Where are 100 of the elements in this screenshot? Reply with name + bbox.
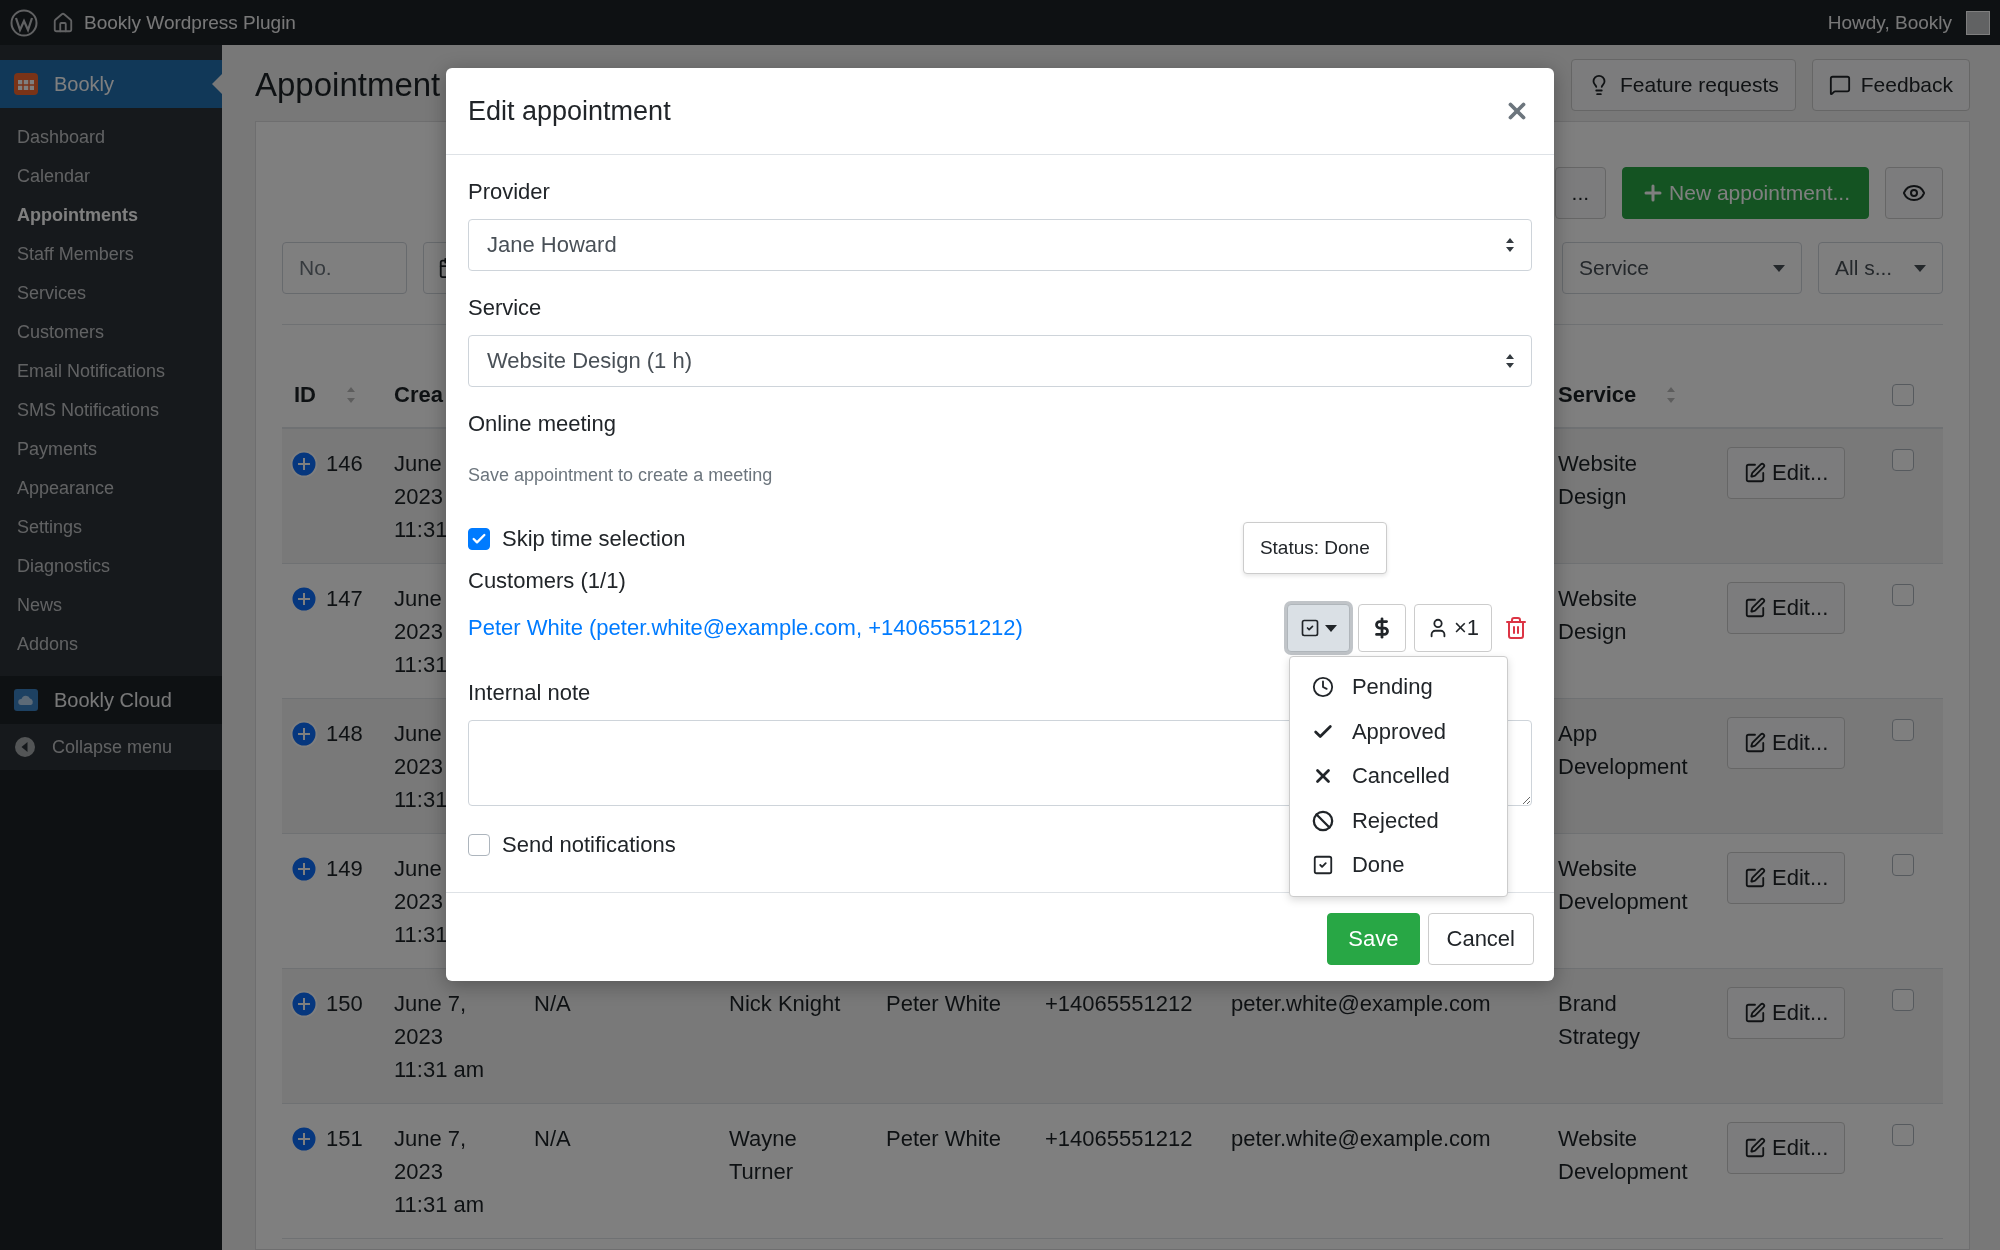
expand-icon[interactable] <box>290 855 318 883</box>
status-filter-select[interactable]: All s... <box>1818 242 1943 294</box>
expand-icon[interactable] <box>290 1125 318 1153</box>
status-menu-item[interactable]: Rejected <box>1289 798 1507 843</box>
expand-icon[interactable] <box>290 585 318 613</box>
sidebar-menu-item[interactable]: Bookly <box>0 60 222 108</box>
sidebar-item[interactable]: Services <box>0 274 222 313</box>
table-cell-text: Website Development <box>1558 855 1689 916</box>
caret-icon <box>1324 624 1337 632</box>
edit-button[interactable]: Edit... <box>1727 447 1846 499</box>
select-all-checkbox[interactable] <box>1892 384 1914 406</box>
table-cell-text: N/A <box>534 990 571 1018</box>
send-notifications-checkbox[interactable] <box>468 834 490 856</box>
site-title[interactable]: Bookly Wordpress Plugin <box>84 11 296 34</box>
column-visibility-button[interactable] <box>1885 167 1943 219</box>
status-menu-item[interactable]: Approved <box>1289 709 1507 754</box>
expand-icon[interactable] <box>290 990 318 1018</box>
more-button[interactable]: ... <box>1554 167 1607 219</box>
id-filter-field[interactable]: No. <box>282 242 407 294</box>
sidebar-item[interactable]: Settings <box>0 508 222 547</box>
row-checkbox[interactable] <box>1892 719 1914 741</box>
skip-time-checkbox[interactable] <box>468 528 490 550</box>
sidebar-item-label: Bookly Cloud <box>54 688 172 712</box>
sidebar-item[interactable]: Diagnostics <box>0 547 222 586</box>
table-cell-text: 148 <box>326 720 363 748</box>
home-icon[interactable] <box>52 11 74 34</box>
sort-icon[interactable] <box>346 386 356 404</box>
customer-link[interactable]: Peter White (peter.white@example.com, +14065551212) <box>468 615 1287 641</box>
sidebar-item[interactable]: Addons <box>0 625 222 664</box>
edit-button[interactable]: Edit... <box>1727 987 1846 1039</box>
edit-button[interactable]: Edit... <box>1727 852 1846 904</box>
sidebar-item[interactable]: Appearance <box>0 469 222 508</box>
column-header[interactable]: ID <box>294 382 316 408</box>
edit-button[interactable]: Edit... <box>1727 582 1846 634</box>
calendar-logo-icon <box>14 73 38 95</box>
help-text: Save appointment to create a meeting <box>468 465 773 486</box>
table-cell-text: June 2023 11:31 <box>394 855 448 949</box>
edit-icon <box>1744 1002 1766 1024</box>
table-cell-text: peter.white@example.com <box>1231 1125 1491 1153</box>
row-checkbox[interactable] <box>1892 989 1914 1011</box>
table-cell-text: June 2023 11:31 <box>394 585 448 679</box>
row-checkbox[interactable] <box>1892 584 1914 606</box>
table-cell-text: peter.white@example.com <box>1231 990 1491 1018</box>
field-label: Provider <box>468 178 550 206</box>
table-cell-text: Peter White <box>886 1125 1001 1153</box>
sidebar-item[interactable]: Payments <box>0 430 222 469</box>
trash-icon <box>1504 616 1528 640</box>
table-cell-text: 149 <box>326 855 363 883</box>
sidebar-item[interactable]: SMS Notifications <box>0 391 222 430</box>
edit-icon <box>1744 597 1766 619</box>
header-button[interactable]: Feature requests <box>1571 59 1796 111</box>
status-button[interactable] <box>1286 604 1350 652</box>
sidebar-item[interactable]: Email Notifications <box>0 352 222 391</box>
row-checkbox[interactable] <box>1892 1124 1914 1146</box>
column-header[interactable]: Crea <box>394 382 443 408</box>
sidebar-item[interactable]: News <box>0 586 222 625</box>
table-cell-text: June 2023 11:31 <box>394 720 448 814</box>
sidebar-item[interactable]: Staff Members <box>0 235 222 274</box>
table-cell-text: +14065551212 <box>1045 990 1193 1018</box>
field-label: Online meeting <box>468 410 616 438</box>
edit-button[interactable]: Edit... <box>1727 1122 1846 1174</box>
new-appointment-button[interactable]: New appointment... <box>1622 167 1869 219</box>
edit-button[interactable]: Edit... <box>1727 717 1846 769</box>
table-cell-text: 147 <box>326 585 363 613</box>
field-label: Service <box>468 294 542 322</box>
speech-bubble-icon <box>1828 74 1851 96</box>
sidebar-item[interactable]: Customers <box>0 313 222 352</box>
provider-select[interactable]: Jane Howard <box>468 219 1532 271</box>
current-menu-pointer <box>212 74 222 94</box>
attendees-button[interactable]: ×1 <box>1413 604 1492 652</box>
up-down-arrows-icon <box>1505 353 1515 369</box>
sidebar-item[interactable]: Appointments <box>0 196 222 235</box>
collapse-icon <box>14 736 36 758</box>
save-button[interactable]: Save <box>1327 913 1420 965</box>
greeting[interactable]: Howdy, Bookly <box>1827 11 1952 34</box>
payment-button[interactable] <box>1357 604 1406 652</box>
column-header[interactable]: Service <box>1558 382 1637 408</box>
status-menu-item[interactable]: Cancelled <box>1289 754 1507 799</box>
status-menu-item[interactable]: Pending <box>1289 665 1507 710</box>
row-checkbox[interactable] <box>1892 854 1914 876</box>
sidebar-item[interactable]: Calendar <box>0 157 222 196</box>
dialog-title: Edit appointment <box>468 95 671 127</box>
wordpress-logo-icon[interactable] <box>10 8 38 37</box>
table-cell-text: 151 <box>326 1125 363 1153</box>
avatar[interactable] <box>1966 10 1990 35</box>
collapse-menu-button[interactable]: Collapse menu <box>0 724 222 770</box>
up-down-arrows-icon <box>1505 237 1515 253</box>
cancel-button[interactable]: Cancel <box>1427 913 1534 965</box>
checked-box-icon <box>1311 854 1334 877</box>
sidebar-item[interactable]: Dashboard <box>0 118 222 157</box>
expand-icon[interactable] <box>290 720 318 748</box>
service-select[interactable]: Website Design (1 h) <box>468 335 1532 387</box>
service-filter-select[interactable]: Service <box>1562 242 1802 294</box>
expand-icon[interactable] <box>290 450 318 478</box>
table-cell-text: Wayne Turner <box>729 1125 798 1186</box>
status-menu-item[interactable]: Done <box>1289 843 1507 888</box>
sort-icon[interactable] <box>1666 386 1677 404</box>
checked-box-icon <box>1299 618 1320 638</box>
header-button[interactable]: Feedback <box>1811 59 1970 111</box>
row-checkbox[interactable] <box>1892 449 1914 471</box>
